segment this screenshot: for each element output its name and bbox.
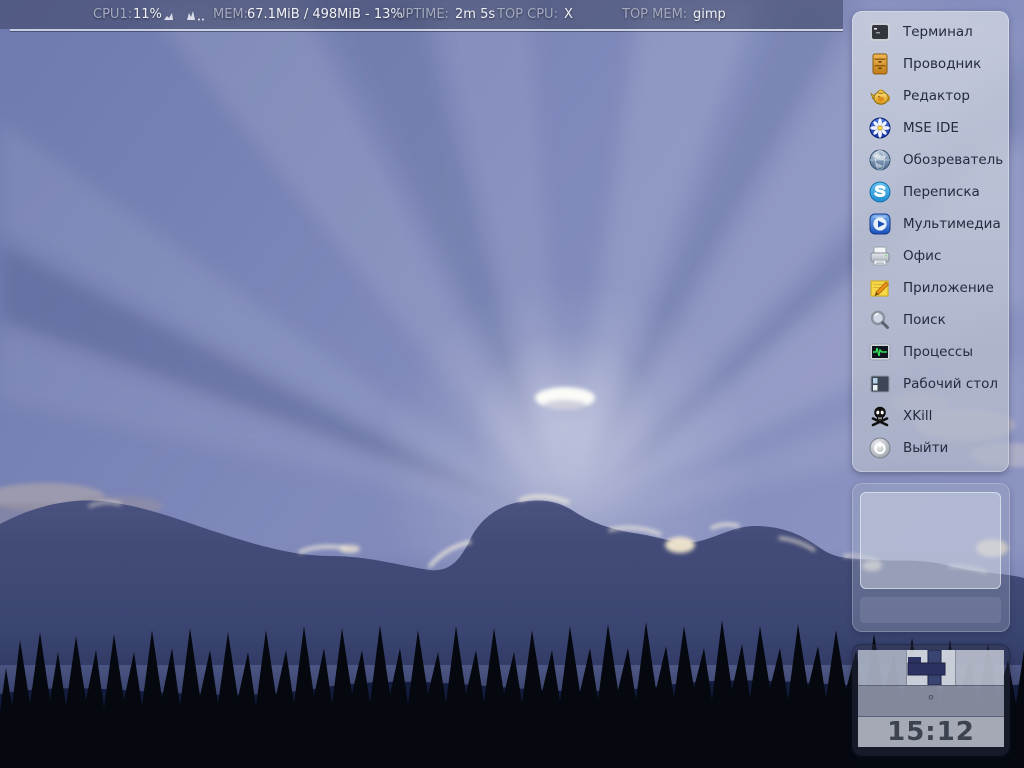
cpu-history-graph-icon: [186, 9, 206, 22]
pager-tray-area: [860, 597, 1001, 623]
printer-icon: [867, 244, 892, 269]
cpu-graph-icon: [163, 9, 175, 22]
flag-cell-left: [858, 650, 907, 685]
launcher-item-show-desktop[interactable]: Рабочий стол: [852, 368, 1009, 400]
launcher-item-editor[interactable]: Редактор: [852, 80, 1009, 112]
flag-cell-right: [955, 650, 1004, 685]
media-player-icon: [867, 212, 892, 237]
launcher-item-search[interactable]: Поиск: [852, 304, 1009, 336]
launcher-item-terminal[interactable]: Терминал: [852, 16, 1009, 48]
flag-cell-middle: [907, 650, 955, 685]
top-cpu-label: TOP CPU:: [497, 7, 558, 22]
cpu-value: 11%: [133, 7, 162, 22]
pager-panel: [852, 483, 1010, 632]
launcher-item-label: Поиск: [903, 312, 946, 328]
launcher-item-processes[interactable]: Процессы: [852, 336, 1009, 368]
launcher-item-label: Проводник: [903, 56, 981, 72]
ide-flower-icon: [867, 116, 892, 141]
skull-icon: [867, 404, 892, 429]
nordic-cross-flag-icon: [907, 650, 955, 685]
power-icon: [867, 436, 892, 461]
editor-icon: [867, 84, 892, 109]
launcher-item-label: Приложение: [903, 280, 994, 296]
launcher-item-multimedia[interactable]: Мультимедиа: [852, 208, 1009, 240]
skype-icon: [867, 180, 892, 205]
top-mem-label: TOP MEM:: [622, 7, 687, 22]
top-mem-value: gimp: [693, 7, 726, 22]
search-icon: [867, 308, 892, 333]
launcher-item-label: Рабочий стол: [903, 376, 998, 392]
launcher-item-label: Редактор: [903, 88, 970, 104]
degree-symbol: °: [927, 692, 935, 710]
desktop-icon: [867, 372, 892, 397]
launcher-item-label: Выйти: [903, 440, 948, 456]
status-bar-separator: [10, 29, 843, 31]
launcher-item-application[interactable]: Приложение: [852, 272, 1009, 304]
launcher-item-office[interactable]: Офис: [852, 240, 1009, 272]
mem-value: 67.1MiB / 498MiB - 13%: [247, 7, 403, 22]
launcher-item-xkill[interactable]: XKill: [852, 400, 1009, 432]
launcher-panel: Терминал Проводник: [852, 11, 1009, 472]
workspace-preview[interactable]: [860, 492, 1001, 589]
system-monitor-icon: [867, 340, 892, 365]
launcher-item-ide[interactable]: MSE IDE: [852, 112, 1009, 144]
launcher-item-label: Офис: [903, 248, 941, 264]
uptime-value: 2m 5s: [455, 7, 495, 22]
launcher-item-label: Переписка: [903, 184, 980, 200]
status-bar: CPU1: 11% MEM: 67.1MiB / 498MiB - 13% UP…: [0, 0, 843, 29]
clock-time: 15:12: [887, 717, 975, 747]
launcher-item-label: Терминал: [903, 24, 973, 40]
clock-display: 15:12: [858, 717, 1004, 747]
flag-applet[interactable]: [858, 650, 1004, 686]
clock-panel: ° 15:12: [852, 644, 1010, 756]
launcher-item-messenger[interactable]: Переписка: [852, 176, 1009, 208]
cpu-label: CPU1:: [93, 7, 132, 22]
launcher-item-file-manager[interactable]: Проводник: [852, 48, 1009, 80]
top-cpu-value: X: [564, 7, 573, 22]
launcher-item-logout[interactable]: Выйти: [852, 432, 1009, 464]
launcher-item-label: Процессы: [903, 344, 973, 360]
launcher-item-label: Обозреватель: [903, 152, 1003, 168]
launcher-item-label: Мультимедиа: [903, 216, 1001, 232]
file-manager-icon: [867, 52, 892, 77]
mem-label: MEM:: [213, 7, 248, 22]
temperature-display: °: [858, 686, 1004, 717]
desktop: CPU1: 11% MEM: 67.1MiB / 498MiB - 13% UP…: [0, 0, 1024, 768]
launcher-item-browser[interactable]: Обозреватель: [852, 144, 1009, 176]
terminal-icon: [867, 20, 892, 45]
note-pencil-icon: [867, 276, 892, 301]
browser-globe-icon: [867, 148, 892, 173]
uptime-label: UPTIME:: [396, 7, 449, 22]
launcher-item-label: XKill: [903, 408, 932, 424]
launcher-item-label: MSE IDE: [903, 120, 959, 136]
